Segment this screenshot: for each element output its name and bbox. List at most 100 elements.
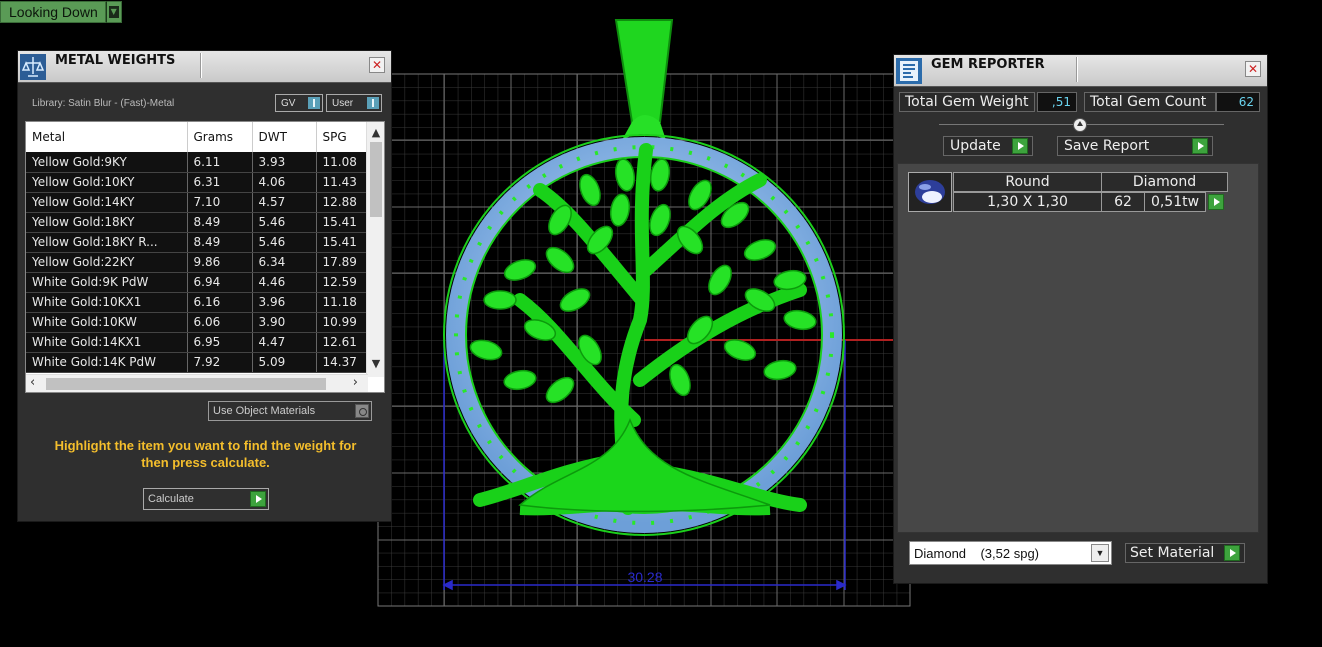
spg-cell: 10.99 xyxy=(316,312,369,333)
table-row[interactable]: Yellow Gold:10KY 6.31 4.06 11.43 xyxy=(26,172,369,193)
vertical-scrollbar[interactable]: ▲ ▼ xyxy=(366,122,384,377)
close-icon[interactable]: ✕ xyxy=(369,57,385,73)
column-header-dwt[interactable]: DWT xyxy=(252,122,317,152)
user-toggle[interactable]: User xyxy=(326,94,382,112)
chevron-down-icon[interactable]: ▼ xyxy=(1091,544,1109,562)
play-arrow-icon[interactable] xyxy=(1192,138,1208,154)
toggle-switch-icon xyxy=(367,97,379,109)
metal-cell: Yellow Gold:22KY xyxy=(26,252,188,273)
dwt-cell: 3.90 xyxy=(252,312,317,333)
table-row[interactable]: White Gold:10KX1 6.16 3.96 11.18 xyxy=(26,292,369,313)
table-row[interactable]: Yellow Gold:14KY 7.10 4.57 12.88 xyxy=(26,192,369,213)
column-header-metal[interactable]: Metal xyxy=(26,122,188,152)
update-label: Update xyxy=(950,138,1001,154)
gv-toggle-label: GV xyxy=(281,97,296,109)
slider-knob-icon[interactable] xyxy=(1073,118,1087,132)
dwt-cell: 4.46 xyxy=(252,272,317,293)
grams-cell: 7.92 xyxy=(187,352,253,373)
set-material-label: Set Material xyxy=(1130,545,1215,561)
play-arrow-icon[interactable] xyxy=(250,491,266,507)
gem-reporter-panel: GEM REPORTER ✕ Total Gem Weight ,51 Tota… xyxy=(893,54,1268,584)
material-select-value: Diamond (3,52 spg) xyxy=(914,546,1040,561)
metal-cell: Yellow Gold:18KY xyxy=(26,212,188,233)
play-arrow-icon[interactable] xyxy=(1012,138,1028,154)
round-diamond-icon xyxy=(908,172,952,212)
grams-cell: 6.16 xyxy=(187,292,253,313)
grams-cell: 8.49 xyxy=(187,212,253,233)
total-gem-weight-label: Total Gem Weight xyxy=(899,92,1035,112)
spg-cell: 11.43 xyxy=(316,172,369,193)
spg-cell: 11.08 xyxy=(316,152,369,173)
spg-cell: 17.89 xyxy=(316,252,369,273)
metal-weights-panel: METAL WEIGHTS ✕ Library: Satin Blur - (F… xyxy=(17,50,392,522)
table-row[interactable]: White Gold:14K PdW 7.92 5.09 14.37 xyxy=(26,352,369,373)
update-button[interactable]: Update xyxy=(943,136,1033,156)
dwt-cell: 5.46 xyxy=(252,212,317,233)
table-row[interactable]: Yellow Gold:18KY R... 8.49 5.46 15.41 xyxy=(26,232,369,253)
table-row[interactable]: Yellow Gold:18KY 8.49 5.46 15.41 xyxy=(26,212,369,233)
scroll-right-icon[interactable]: › xyxy=(353,375,358,390)
play-arrow-icon[interactable] xyxy=(1208,194,1224,210)
metal-panel-titlebar[interactable]: METAL WEIGHTS ✕ xyxy=(18,51,391,83)
gem-count: 62 xyxy=(1101,192,1145,212)
total-gem-count-label: Total Gem Count xyxy=(1084,92,1216,112)
dropdown-arrow-icon[interactable]: ▼ xyxy=(105,1,122,23)
horizontal-scrollbar[interactable]: ‹ › xyxy=(26,374,368,392)
spg-cell: 15.41 xyxy=(316,232,369,253)
titlebar-divider xyxy=(1076,57,1078,82)
use-object-materials-toggle[interactable]: Use Object Materials xyxy=(208,401,372,421)
close-icon[interactable]: ✕ xyxy=(1245,61,1261,77)
spg-cell: 12.59 xyxy=(316,272,369,293)
metal-table[interactable]: Metal Grams DWT SPG Yellow Gold:9KY 6.11 3… xyxy=(25,121,385,393)
metal-panel-title: METAL WEIGHTS xyxy=(55,52,176,68)
table-row[interactable]: Yellow Gold:22KY 9.86 6.34 17.89 xyxy=(26,252,369,273)
dwt-cell: 5.46 xyxy=(252,232,317,253)
metal-cell: Yellow Gold:14KY xyxy=(26,192,188,213)
grams-cell: 6.94 xyxy=(187,272,253,293)
column-header-spg[interactable]: SPG xyxy=(316,122,369,152)
user-toggle-label: User xyxy=(332,97,354,109)
gem-panel-titlebar[interactable]: GEM REPORTER ✕ xyxy=(894,55,1267,87)
spg-cell: 11.18 xyxy=(316,292,369,313)
total-gem-weight-value: ,51 xyxy=(1037,92,1077,112)
scroll-up-icon[interactable]: ▲ xyxy=(367,126,384,139)
view-dropdown[interactable]: Looking Down ▼ xyxy=(0,1,122,23)
gem-panel-title: GEM REPORTER xyxy=(931,56,1045,72)
radio-icon[interactable] xyxy=(355,404,369,418)
scroll-down-icon[interactable]: ▼ xyxy=(367,357,384,370)
metal-cell: White Gold:10KX1 xyxy=(26,292,188,313)
metal-cell: Yellow Gold:10KY xyxy=(26,172,188,193)
metal-cell: Yellow Gold:9KY xyxy=(26,152,188,173)
column-header-grams[interactable]: Grams xyxy=(187,122,253,152)
dwt-cell: 4.06 xyxy=(252,172,317,193)
dwt-cell: 4.57 xyxy=(252,192,317,213)
set-material-button[interactable]: Set Material xyxy=(1125,543,1245,563)
grams-cell: 6.95 xyxy=(187,332,253,353)
save-report-button[interactable]: Save Report xyxy=(1057,136,1213,156)
table-row[interactable]: White Gold:9K PdW 6.94 4.46 12.59 xyxy=(26,272,369,293)
grams-cell: 6.06 xyxy=(187,312,253,333)
table-row[interactable]: Yellow Gold:9KY 6.11 3.93 11.08 xyxy=(26,152,369,173)
save-report-label: Save Report xyxy=(1064,138,1150,154)
dwt-cell: 3.96 xyxy=(252,292,317,313)
scroll-left-icon[interactable]: ‹ xyxy=(30,375,35,390)
metal-cell: White Gold:14K PdW xyxy=(26,352,188,373)
grams-cell: 7.10 xyxy=(187,192,253,213)
material-select[interactable]: Diamond (3,52 spg) ▼ xyxy=(909,541,1112,565)
spg-cell: 12.88 xyxy=(316,192,369,213)
dwt-cell: 6.34 xyxy=(252,252,317,273)
gv-toggle[interactable]: GV xyxy=(275,94,323,112)
gem-list[interactable]: Round Diamond 1,30 X 1,30 62 0,51tw xyxy=(897,163,1259,533)
play-arrow-icon[interactable] xyxy=(1224,545,1240,561)
view-dropdown-label[interactable]: Looking Down xyxy=(0,1,106,23)
table-row[interactable]: White Gold:10KW 6.06 3.90 10.99 xyxy=(26,312,369,333)
table-row[interactable]: White Gold:14KX1 6.95 4.47 12.61 xyxy=(26,332,369,353)
gem-size: 1,30 X 1,30 xyxy=(953,192,1102,212)
scroll-thumb[interactable] xyxy=(370,142,382,217)
calculate-button[interactable]: Calculate xyxy=(143,488,269,510)
table-header-row: Metal Grams DWT SPG xyxy=(26,122,369,152)
scroll-thumb[interactable] xyxy=(46,378,326,390)
spg-cell: 15.41 xyxy=(316,212,369,233)
titlebar-divider xyxy=(200,53,202,78)
dimension-label: 30.28 xyxy=(627,569,662,585)
